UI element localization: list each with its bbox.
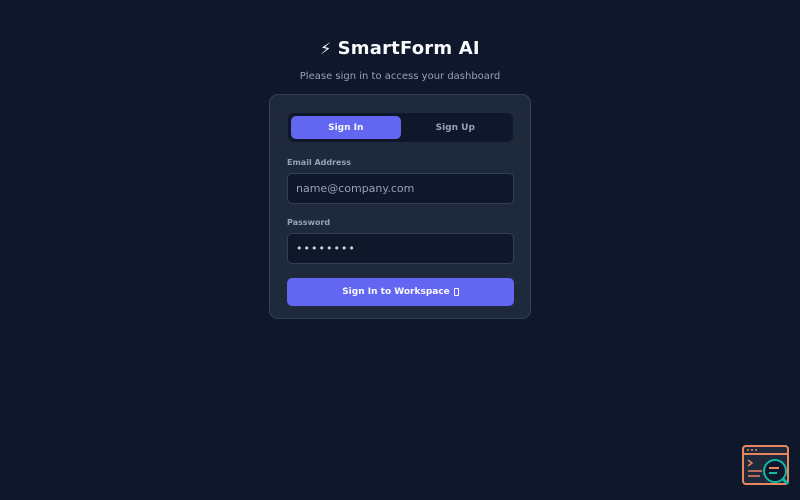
missing-glyph-icon xyxy=(453,288,459,296)
brand: ⚡ SmartForm AI xyxy=(320,38,480,59)
code-window-search-widget[interactable] xyxy=(742,445,790,487)
app-title: SmartForm AI xyxy=(337,38,480,59)
email-label: Email Address xyxy=(287,158,352,167)
submit-button-label: Sign In to Workspace xyxy=(342,287,450,297)
login-page: ⚡ SmartForm AI Please sign in to access … xyxy=(0,0,800,500)
password-field[interactable] xyxy=(287,233,514,264)
password-label: Password xyxy=(287,218,331,227)
page-subtitle: Please sign in to access your dashboard xyxy=(299,71,501,82)
auth-tabs: Sign In Sign Up xyxy=(287,112,514,143)
sign-in-submit-button[interactable]: Sign In to Workspace xyxy=(287,278,514,306)
lightning-bolt-icon: ⚡ xyxy=(320,39,332,58)
code-window-search-icon xyxy=(742,445,790,486)
email-field[interactable] xyxy=(287,173,514,204)
login-card: Sign In Sign Up Email Address Password S… xyxy=(269,94,531,319)
tab-sign-in[interactable]: Sign In xyxy=(291,116,401,139)
tab-sign-up[interactable]: Sign Up xyxy=(401,116,511,139)
header: ⚡ SmartForm AI Please sign in to access … xyxy=(0,38,800,82)
